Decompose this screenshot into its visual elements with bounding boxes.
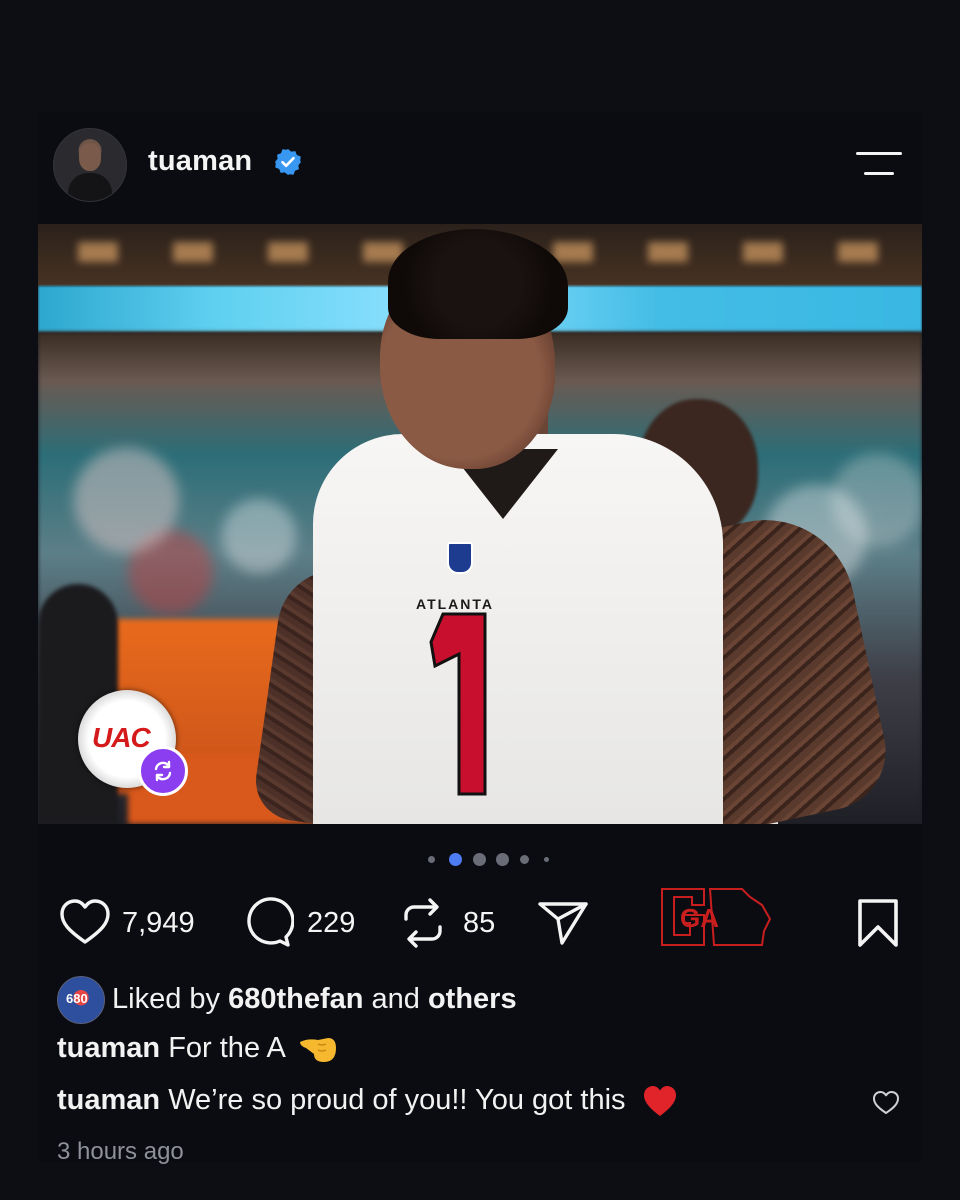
post-card: tuaman 3 ATLANTA U	[38, 112, 922, 1165]
repost-indicator-icon[interactable]	[138, 746, 188, 796]
verified-badge-icon	[275, 149, 301, 175]
post-image[interactable]: 3 ATLANTA UAC	[38, 224, 922, 824]
liked-by-others[interactable]: others	[428, 983, 517, 1015]
red-heart-emoji-icon	[643, 1086, 676, 1117]
send-icon[interactable]	[536, 897, 590, 949]
post-timestamp: 3 hours ago	[57, 1138, 184, 1165]
carousel-dot	[496, 853, 509, 866]
liked-by-prefix: Liked by	[112, 983, 229, 1015]
carousel-dot-active	[449, 853, 462, 866]
menu-icon[interactable]	[856, 150, 904, 180]
carousel-dot	[544, 857, 549, 862]
carousel-dot	[428, 856, 435, 863]
player-hair	[388, 229, 568, 339]
menu-line-bottom	[864, 172, 894, 175]
uac-logo-text: UAC	[92, 722, 151, 753]
liked-by-avatar-text: 680	[66, 991, 88, 1006]
avatar-face	[79, 143, 101, 171]
post-header: tuaman	[38, 112, 922, 224]
comment-count[interactable]: 229	[307, 907, 355, 940]
comment-row: tuaman We’re so proud of you!! You got t…	[57, 1084, 678, 1118]
action-bar: 7,949 229 85 GA	[38, 888, 922, 949]
repost-count[interactable]: 85	[463, 907, 495, 940]
comment-like-heart-icon[interactable]	[872, 1089, 900, 1117]
comment-username[interactable]: tuaman	[57, 1084, 160, 1116]
avatar-shirt	[68, 173, 112, 201]
profile-avatar[interactable]	[53, 128, 127, 202]
post-username[interactable]: tuaman	[148, 145, 252, 178]
liked-by-user[interactable]: 680thefan	[228, 983, 363, 1015]
liked-by-middle: and	[363, 983, 428, 1015]
georgia-sticker-text: GA	[680, 903, 719, 933]
carousel-dot	[520, 855, 529, 864]
pointing-hand-emoji-icon	[300, 1038, 337, 1063]
post-caption: tuaman For the A	[57, 1032, 338, 1066]
repost-arrows-icon	[154, 760, 172, 782]
comment-text: We’re so proud of you!! You got this	[160, 1084, 626, 1116]
comment-bubble-icon[interactable]	[242, 897, 294, 949]
nfl-shield-icon	[447, 542, 473, 574]
like-heart-icon[interactable]	[58, 897, 112, 949]
jersey-number	[429, 612, 487, 796]
menu-line-top	[856, 152, 902, 155]
liked-by-avatar[interactable]: 680	[57, 976, 105, 1024]
carousel-dot	[473, 853, 486, 866]
caption-text: For the A	[160, 1032, 285, 1064]
georgia-sticker-icon: GA	[661, 888, 772, 946]
bookmark-icon[interactable]	[856, 897, 900, 949]
caption-username[interactable]: tuaman	[57, 1032, 160, 1064]
like-count[interactable]: 7,949	[122, 907, 195, 940]
repost-icon[interactable]	[400, 897, 446, 949]
liked-by-text[interactable]: Liked by 680thefan and others	[112, 983, 517, 1016]
